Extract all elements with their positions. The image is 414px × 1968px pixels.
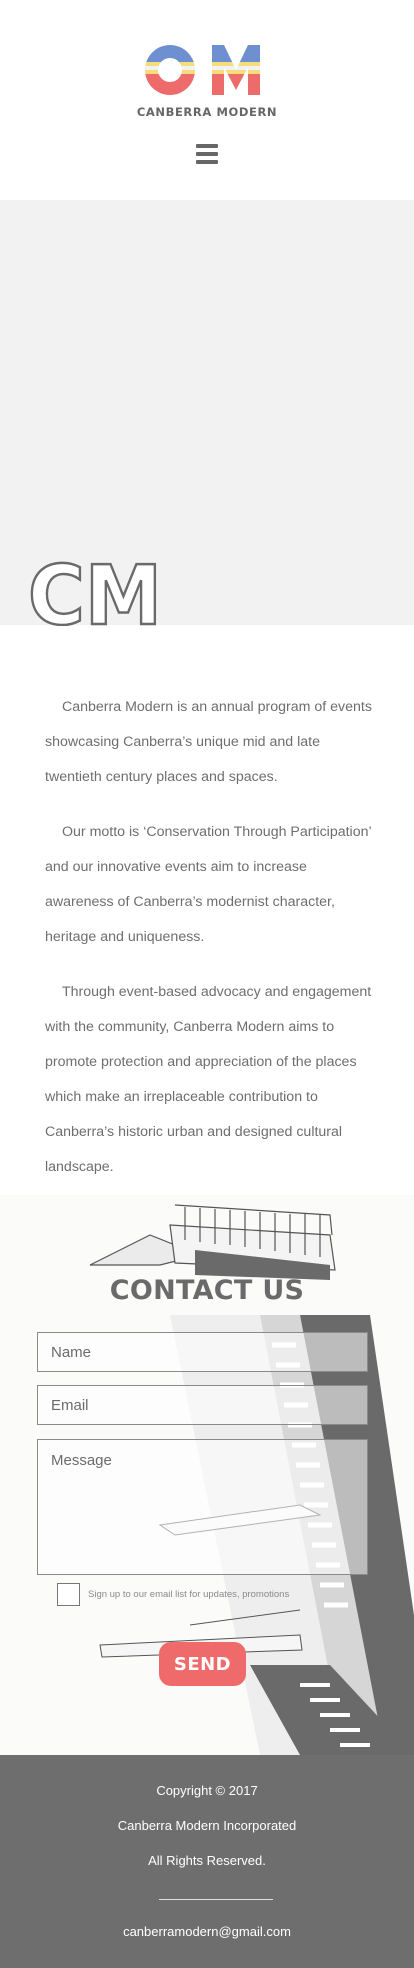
email-field[interactable] [37, 1385, 368, 1425]
site-footer: Copyright © 2017 Canberra Modern Incorpo… [0, 1755, 414, 1968]
email-signup-checkbox[interactable] [57, 1583, 80, 1606]
message-field[interactable] [37, 1439, 368, 1575]
email-signup-label: Sign up to our email list for updates, p… [88, 1589, 290, 1600]
name-field[interactable] [37, 1332, 368, 1372]
intro-paragraph: Our motto is ‘Conservation Through Parti… [45, 824, 372, 945]
site-header: CANBERRA MODERN [0, 0, 414, 200]
logo-caption: CANBERRA MODERN [136, 105, 278, 119]
send-button[interactable]: SEND [159, 1642, 246, 1686]
footer-divider [159, 1899, 273, 1900]
contact-section: CONTACT US Sign up to our email list for… [0, 1195, 414, 1755]
contact-title: CONTACT US [109, 1275, 305, 1306]
intro-section: Canberra Modern is an annual program of … [45, 690, 375, 1205]
footer-org: Canberra Modern Incorporated [117, 1818, 297, 1833]
intro-paragraph: Through event-based advocacy and engagem… [45, 984, 372, 1175]
footer-copyright: Copyright © 2017 [156, 1783, 258, 1798]
footer-email-link[interactable]: canberramodern@gmail.com [0, 1924, 414, 1939]
email-signup-row: Sign up to our email list for updates, p… [57, 1583, 317, 1607]
cm-outline-mark: CM [28, 560, 163, 626]
hamburger-menu-icon[interactable] [196, 144, 218, 164]
hero-mark-text: CM [28, 560, 162, 626]
intro-paragraph: Canberra Modern is an annual program of … [45, 699, 372, 785]
footer-rights: All Rights Reserved. [148, 1853, 266, 1868]
